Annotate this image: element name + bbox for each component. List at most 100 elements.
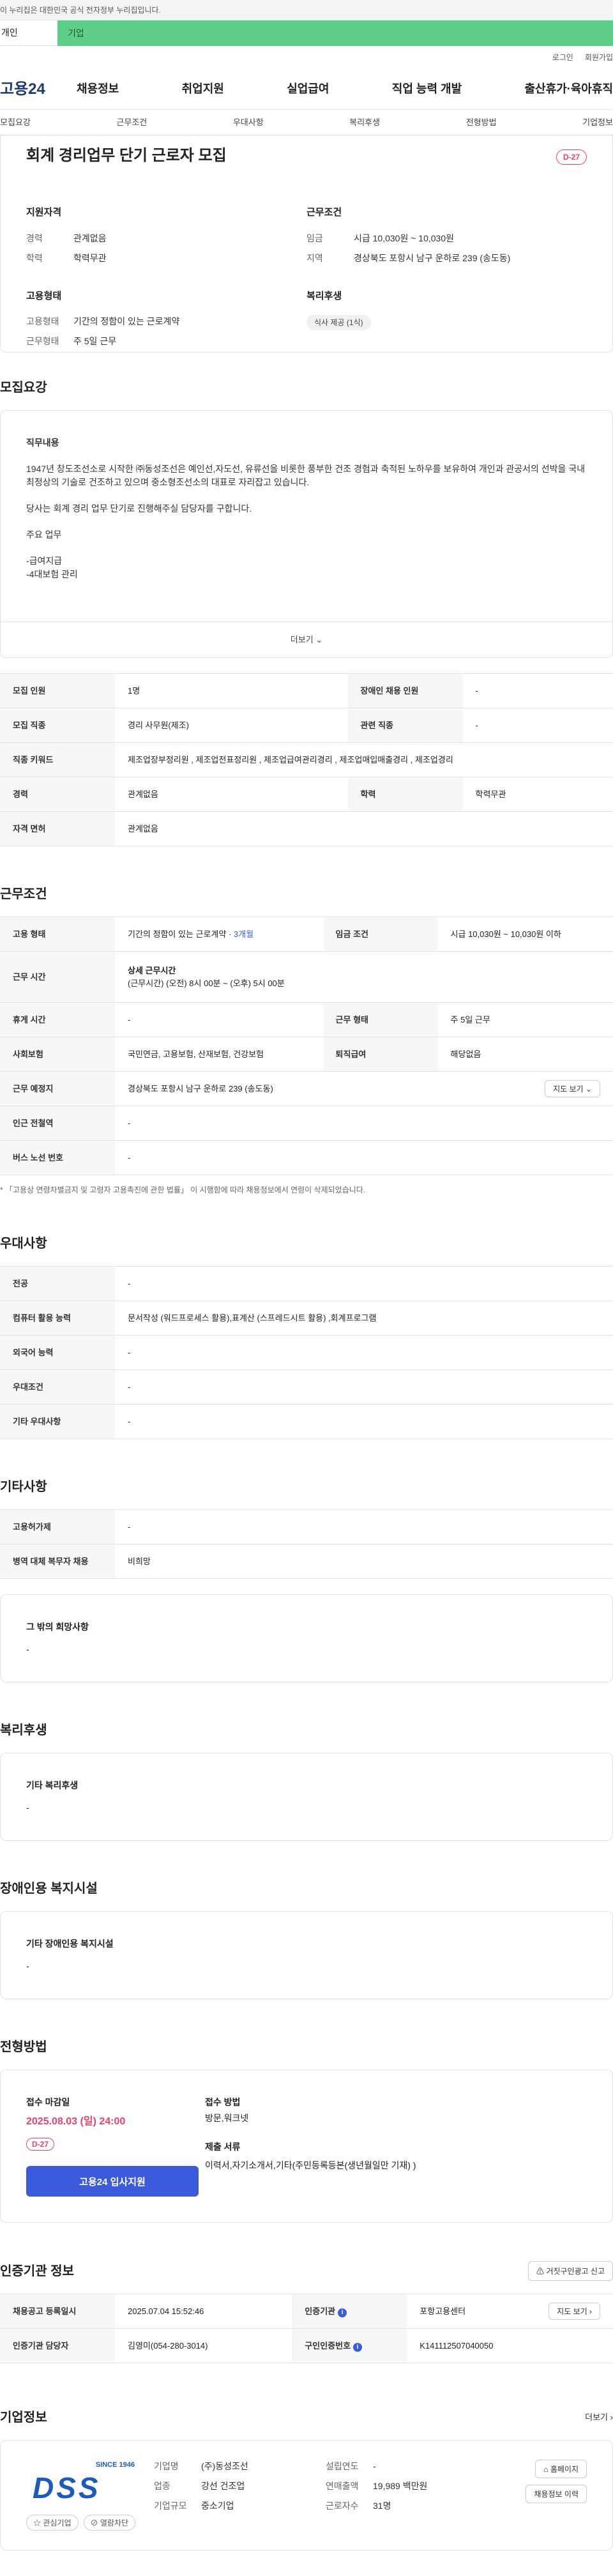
cell-label: 학력	[347, 777, 463, 812]
emp-type: 기간의 정함이 있는 근로계약 ·	[128, 929, 234, 939]
company-title: 기업정보	[0, 2411, 47, 2425]
gnb-leave[interactable]: 출산휴가·육아휴직	[525, 80, 613, 98]
company-label: 기업명	[154, 2461, 179, 2471]
work-value: 시급 10,030원 ~ 10,030원	[354, 232, 455, 243]
cell-value: 비희망	[115, 1544, 613, 1579]
tab-preferences[interactable]: 우대사항	[233, 116, 264, 129]
cert-table: 채용공고 등록일시 2025.07.04 15:52:46 인증기관 i 포항고용…	[0, 2294, 613, 2363]
tab-personal[interactable]: 개인	[0, 20, 57, 46]
join-link[interactable]: 회원가입	[585, 52, 613, 63]
company-label: 설립연도	[326, 2461, 359, 2471]
favorite-company-button[interactable]: ☆ 관심기업	[26, 2515, 79, 2531]
desc-text: -4대보험 관리	[26, 569, 78, 579]
history-button[interactable]: 채용정보 이력	[526, 2485, 587, 2503]
wish-box: 그 밖의 희망사항 -	[0, 1594, 613, 1682]
tab-recruit[interactable]: 모집요강	[0, 116, 31, 129]
block-icon: ⊘	[90, 2519, 98, 2527]
company-more-link[interactable]: 더보기 ›	[585, 2411, 613, 2424]
star-icon: ☆	[33, 2519, 42, 2527]
info-icon[interactable]: i	[338, 2308, 347, 2317]
docs-value: 이력서,자기소개서,기타(주민등록등본(생년월일만 기재) )	[205, 2160, 416, 2170]
map-label: 지도 보기	[557, 2307, 587, 2316]
cell-label: 직종 키워드	[0, 742, 115, 777]
desc-text: 1947년 창도조선소로 시작한 ㈜동성조선은 예인선,자도선, 유류선을 비롯…	[26, 464, 586, 487]
cell-value: 관계없음	[115, 777, 348, 812]
tab-company[interactable]: 기업	[57, 20, 613, 46]
company-value: 31명	[373, 2501, 391, 2511]
report-label: 거짓구인광고 신고	[546, 2267, 605, 2276]
map-button[interactable]: 지도 보기 ⌄	[545, 1080, 600, 1097]
desc-text: 당사는 회계 경리 업무 단기로 진행해주실 담당자를 구합니다.	[26, 503, 252, 514]
disab-box: 기타 장애인용 복지시설 -	[0, 1911, 613, 1999]
company-label: 근로자수	[326, 2501, 359, 2511]
disab-title: 장애인용 복지시설	[0, 1882, 98, 1896]
cell-value: 경리 사무원(제조)	[115, 708, 348, 743]
user-type-tabs: 개인 기업	[0, 20, 613, 46]
org-label: 인증기관	[305, 2306, 336, 2316]
org-map-button[interactable]: 지도 보기 ›	[549, 2303, 600, 2320]
cert-title: 인증기관 정보	[0, 2264, 74, 2278]
gnb-unemployment-benefit[interactable]: 실업급여	[287, 80, 329, 98]
cell-value: 포항고용센터 지도 보기 ›	[407, 2294, 613, 2329]
welfare-box-value: -	[26, 1802, 29, 1813]
gnb-training[interactable]: 직업 능력 개발	[392, 80, 462, 98]
cell-value: 제조업장부정리원 , 제조업전표정리원 , 제조업급여관리경리 , 제조업매입매…	[115, 742, 613, 777]
cell-label: 채용공고 등록일시	[0, 2294, 115, 2329]
login-link[interactable]: 로그인	[552, 52, 573, 63]
emp-value: 주 5일 근무	[73, 336, 117, 346]
tab-welfare[interactable]: 복리후생	[349, 116, 380, 129]
welfare-box-heading: 기타 복리후생	[26, 1780, 79, 1790]
company-label: 기업규모	[154, 2501, 187, 2511]
other-table: 고용허가제 - 병역 대체 복무자 채용 비희망	[0, 1509, 613, 1579]
company-value: 강선 건조업	[201, 2481, 245, 2491]
fav-label: 관심기업	[43, 2519, 72, 2527]
more-button[interactable]: 더보기 ⌄	[1, 621, 612, 657]
tab-company[interactable]: 기업정보	[582, 116, 613, 129]
no-label: 구인인증번호	[305, 2340, 351, 2351]
report-button[interactable]: ⚠ 거짓구인광고 신고	[527, 2261, 613, 2281]
company-value: 19,989 백만원	[373, 2481, 428, 2491]
cell-label: 근무 형태	[322, 1002, 438, 1037]
cell-label: 모집 인원	[0, 673, 115, 708]
tab-conditions[interactable]: 근무조건	[116, 116, 147, 129]
cell-label: 사회보험	[0, 1037, 115, 1072]
tab-selection[interactable]: 전형방법	[466, 116, 497, 129]
welfare-heading: 복리후생	[306, 290, 342, 301]
homepage-button[interactable]: ⌂ 홈페이지	[535, 2460, 587, 2478]
deadline-heading: 접수 마감일	[26, 2097, 70, 2107]
cell-value: 문서작성 (워드프로세스 활용),표계산 (스프레드시트 활용) ,회계프로그램	[115, 1300, 613, 1336]
qual-value: 학력무관	[73, 252, 107, 263]
home-label: 홈페이지	[550, 2465, 579, 2474]
cell-label: 병역 대체 복무자 채용	[0, 1544, 115, 1579]
cell-label: 고용 형태	[0, 917, 115, 952]
more-label: 더보기	[290, 634, 314, 644]
cell-value: -	[115, 1002, 323, 1037]
cell-label: 경력	[0, 777, 115, 812]
cell-value: 국민연금, 고용보험, 산재보험, 건강보험	[115, 1037, 323, 1072]
block-view-button[interactable]: ⊘ 열람차단	[83, 2515, 136, 2531]
gov-notice: 이 누리집은 대한민국 공식 전자정부 누리집입니다.	[0, 0, 613, 20]
method-heading: 접수 방법	[205, 2097, 241, 2107]
job-description-card: 직무내용 1947년 창도조선소로 시작한 ㈜동성조선은 예인선,자도선, 유류…	[0, 410, 613, 658]
company-logo: SINCE 1946 DSS	[26, 2460, 141, 2504]
conditions-table: 고용 형태 기간의 정함이 있는 근로계약 · 3개월 임금 조건 시급 10,…	[0, 917, 613, 1175]
company-value: -	[373, 2461, 376, 2471]
period-link[interactable]: 3개월	[234, 929, 254, 939]
site-logo[interactable]: 고용24	[0, 78, 77, 101]
pref-table: 전공 - 컴퓨터 활용 능력 문서작성 (워드프로세스 활용),표계산 (스프레드시…	[0, 1266, 613, 1439]
docs-heading: 제출 서류	[205, 2142, 241, 2152]
emp-value: 기간의 정함이 있는 근로계약	[73, 316, 180, 326]
cell-label: 구인인증번호 i	[292, 2328, 407, 2363]
desc-text: 주요 업무	[26, 530, 62, 540]
gnb-employment-support[interactable]: 취업지원	[182, 80, 224, 98]
info-icon[interactable]: i	[353, 2342, 363, 2352]
chevron-right-icon: ›	[610, 2412, 613, 2423]
cell-label: 전공	[0, 1266, 115, 1301]
cell-value: -	[115, 1266, 613, 1301]
apply-button[interactable]: 고용24 입사지원	[26, 2166, 199, 2197]
gnb-jobs[interactable]: 채용정보	[77, 80, 119, 98]
chevron-right-icon: ›	[589, 2307, 592, 2316]
cell-value: 관계없음	[115, 811, 613, 846]
job-title: 회계 경리업무 단기 근로자 모집	[26, 147, 227, 164]
pref-title: 우대사항	[0, 1237, 47, 1251]
